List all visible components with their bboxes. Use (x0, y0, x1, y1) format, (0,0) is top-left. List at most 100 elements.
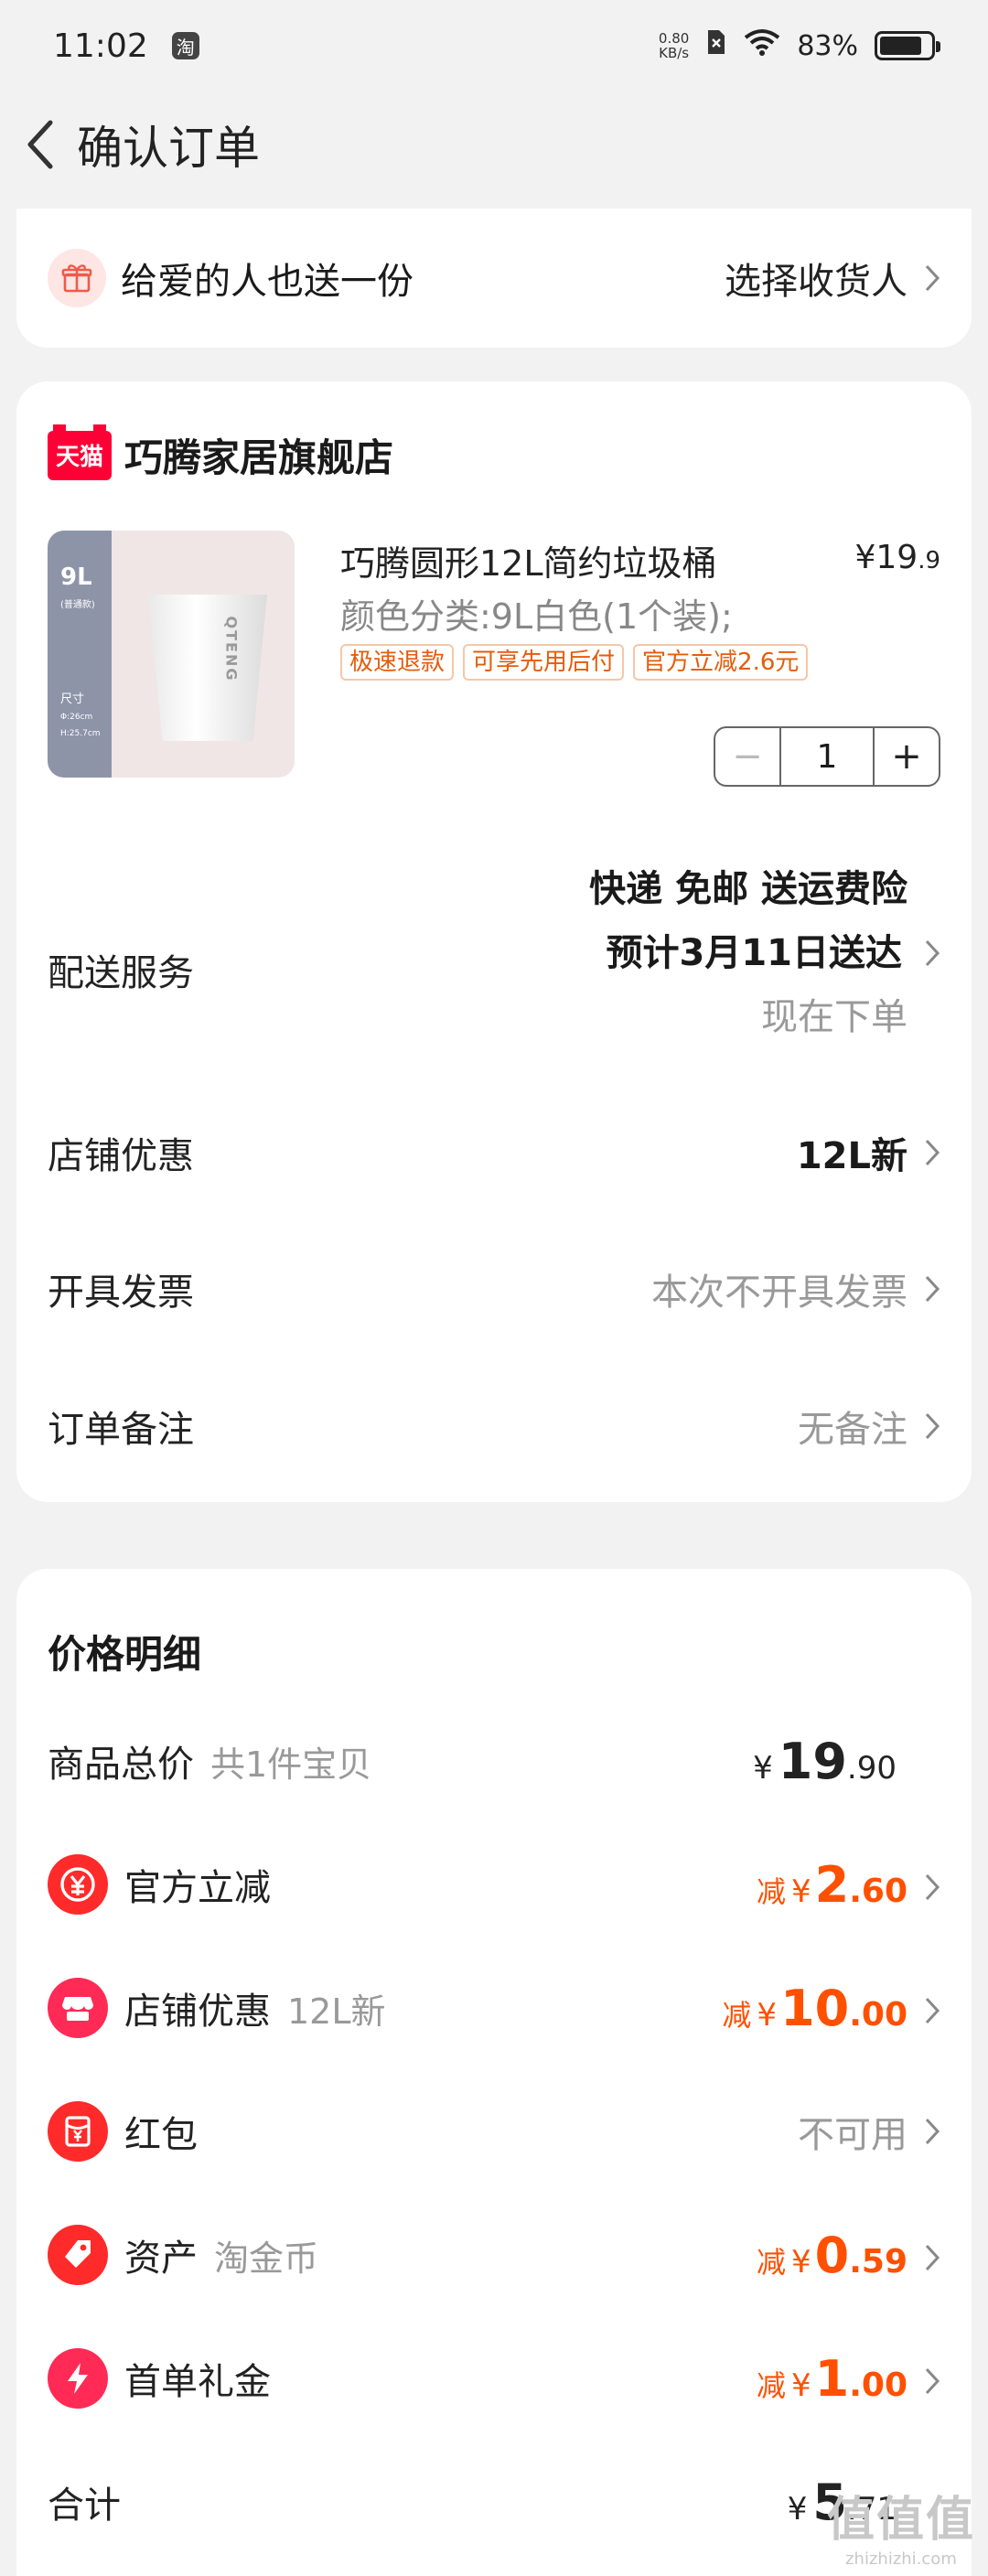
product-image-dim2: H:25.7cm (60, 729, 101, 738)
battery-level (880, 37, 921, 55)
chevron-right-icon (913, 1138, 940, 1167)
quantity-value[interactable]: 1 (779, 728, 875, 785)
red-packet-icon (48, 2101, 108, 2162)
official-discount-label: 官方立减 (124, 1867, 271, 1909)
delivery-details[interactable]: 快递 免邮 送运费险 预计3月11日送达 现在下单 (589, 857, 940, 1049)
taobao-notification-icon: 淘 (171, 32, 199, 59)
discount-dec: .60 (849, 1872, 907, 1910)
chevron-right-icon (913, 1274, 940, 1304)
discount-yen: ¥ (757, 1996, 778, 2034)
goods-total-row: 商品总价 共1件宝贝 ¥19.90 (48, 1724, 940, 1798)
product-image-dim-label: 尺寸 (60, 692, 85, 706)
red-packet-label: 红包 (124, 2114, 198, 2156)
shop-discount-sub: 12L新 (287, 1991, 386, 2032)
order-note-row[interactable]: 订单备注 无备注 (48, 1390, 940, 1463)
order-note-label: 订单备注 (48, 1409, 194, 1451)
invoice-row[interactable]: 开具发票 本次不开具发票 (48, 1252, 940, 1326)
discount-yen: ¥ (791, 2367, 811, 2404)
delivery-label: 配送服务 (48, 952, 194, 994)
store-name: 巧腾家居旗舰店 (124, 435, 394, 480)
quantity-stepper: − 1 + (714, 726, 940, 787)
battery-percent: 83% (797, 29, 858, 62)
tag-fast-refund: 极速退款 (340, 644, 455, 681)
coin-tag-icon (48, 2225, 108, 2285)
first-order-value: 减 ¥1.00 (757, 2350, 940, 2408)
status-bar: 11:02 淘 0.80 KB/s 83% (0, 0, 988, 91)
discount-prefix: 减 (756, 1873, 786, 1909)
tmall-logo: 天猫 (48, 424, 112, 480)
chevron-right-icon (913, 1996, 940, 2025)
delivery-line-2: 预计3月11日送达 (589, 921, 940, 985)
shop-discount-value: 减 ¥10.00 (722, 1980, 940, 2037)
increase-quantity-button[interactable]: + (875, 728, 939, 785)
invoice-value-wrap: 本次不开具发票 (651, 1262, 940, 1315)
product-spec[interactable]: 颜色分类:9L白色(1个装); (340, 588, 733, 639)
goods-total-label: 商品总价 (48, 1744, 194, 1786)
back-button[interactable] (13, 108, 68, 181)
gift-label: 给爱的人也送一份 (121, 261, 413, 303)
order-note-value-wrap: 无备注 (798, 1400, 940, 1453)
product-image-subtitle: (普通款) (60, 600, 95, 610)
store-order-card: 天猫 巧腾家居旗舰店 9L (普通款) 尺寸 Φ:26cm H:25.7cm Q… (16, 381, 972, 1502)
status-indicators: 0.80 KB/s 83% (659, 28, 940, 63)
goods-total-value: ¥19.90 (753, 1733, 897, 1790)
chevron-right-icon (907, 939, 940, 968)
product-image[interactable]: 9L (普通款) 尺寸 Φ:26cm H:25.7cm QTENG (48, 531, 295, 778)
decrease-quantity-button[interactable]: − (715, 728, 779, 785)
chevron-right-icon (913, 263, 940, 293)
product-tags: 极速退款 可享先用后付 官方立减2.6元 (340, 644, 809, 681)
red-packet-row[interactable]: 红包 不可用 (48, 2095, 940, 2168)
gift-icon (48, 249, 106, 307)
price-detail-title: 价格明细 (48, 1632, 202, 1677)
chevron-right-icon (913, 1873, 940, 1902)
goods-total-dec: .90 (846, 1749, 897, 1787)
status-time: 11:02 (53, 27, 148, 65)
assets-sub: 淘金币 (214, 2238, 319, 2279)
trash-can-illustration (148, 595, 267, 741)
store-header[interactable]: 天猫 巧腾家居旗舰店 (48, 424, 394, 483)
store-discount-value: 12L新 (796, 1135, 907, 1177)
goods-total-yen: ¥ (753, 1749, 773, 1787)
discount-yen: ¥ (791, 2243, 811, 2281)
official-discount-row[interactable]: 官方立减 减 ¥2.60 (48, 1848, 940, 1921)
discount-prefix: 减 (756, 2367, 786, 2403)
invoice-label: 开具发票 (48, 1272, 194, 1314)
discount-int: 0 (814, 2226, 850, 2284)
watermark-url: zhizhizhi.com (845, 2549, 957, 2569)
store-discount-value-wrap: 12L新 (797, 1126, 940, 1179)
shop-discount-row[interactable]: 店铺优惠 12L新 减 ¥10.00 (48, 1971, 940, 2045)
yuan-discount-icon (48, 1854, 108, 1915)
delivery-line-1-text: 快递 免邮 送运费险 (589, 868, 907, 910)
tag-official-discount: 官方立减2.6元 (633, 644, 809, 681)
red-packet-value: 不可用 (798, 2114, 907, 2156)
chevron-left-icon (27, 120, 53, 168)
discount-int: 1 (814, 2349, 850, 2408)
discount-dec: .59 (849, 2242, 907, 2281)
delivery-line-3: 现在下单 (589, 985, 940, 1049)
discount-yen: ¥ (791, 1873, 811, 1910)
store-discount-row[interactable]: 店铺优惠 12L新 (48, 1116, 940, 1189)
network-speed-value: 0.80 (658, 30, 690, 47)
nav-bar: 确认订单 (0, 91, 988, 197)
total-row: 合计 ¥5.71 (48, 2465, 940, 2538)
product-title[interactable]: 巧腾圆形12L简约垃圾桶 (340, 535, 717, 585)
select-receiver-button[interactable]: 选择收货人 (725, 252, 940, 305)
first-order-label: 首单礼金 (124, 2361, 271, 2403)
product-price-dec: .9 (918, 547, 940, 574)
product-price-int: 19 (875, 539, 918, 576)
delivery-line-2-text: 预计3月11日送达 (606, 932, 903, 974)
discount-prefix: 减 (756, 2244, 786, 2280)
goods-total-int: 19 (778, 1732, 847, 1790)
watermark: 值值值 zhizhizhi.com (827, 2481, 975, 2569)
discount-prefix: 减 (722, 1997, 752, 2033)
chevron-right-icon (913, 1411, 940, 1441)
invoice-value: 本次不开具发票 (651, 1272, 907, 1314)
select-receiver-label: 选择收货人 (725, 261, 907, 303)
battery-icon (875, 31, 940, 60)
first-order-row[interactable]: 首单礼金 减 ¥1.00 (48, 2342, 940, 2415)
network-speed: 0.80 KB/s (659, 31, 689, 60)
delivery-line-1: 快递 免邮 送运费险 (589, 857, 940, 921)
network-speed-unit: KB/s (659, 45, 690, 61)
assets-row[interactable]: 资产 淘金币 减 ¥0.59 (48, 2218, 940, 2292)
gift-row[interactable]: 给爱的人也送一份 选择收货人 (16, 209, 972, 348)
